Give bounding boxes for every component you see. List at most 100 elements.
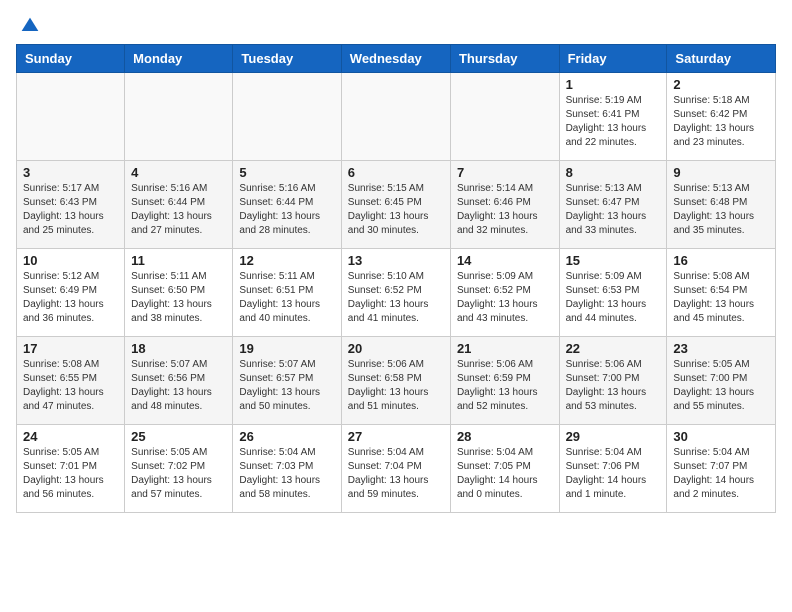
day-number: 8 xyxy=(566,165,661,180)
day-info: Sunrise: 5:07 AM Sunset: 6:56 PM Dayligh… xyxy=(131,358,226,414)
calendar-week-row: 1 Sunrise: 5:19 AM Sunset: 6:41 PM Daylig… xyxy=(17,73,776,161)
day-info: Sunrise: 5:07 AM Sunset: 6:57 PM Dayligh… xyxy=(239,358,334,414)
calendar-cell: 17 Sunrise: 5:08 AM Sunset: 6:55 PM Dayli… xyxy=(17,337,125,425)
day-info: Sunrise: 5:04 AM Sunset: 7:04 PM Dayligh… xyxy=(348,446,444,502)
calendar-cell: 3 Sunrise: 5:17 AM Sunset: 6:43 PM Daylig… xyxy=(17,161,125,249)
calendar-cell: 6 Sunrise: 5:15 AM Sunset: 6:45 PM Daylig… xyxy=(341,161,450,249)
calendar-cell: 9 Sunrise: 5:13 AM Sunset: 6:48 PM Daylig… xyxy=(667,161,776,249)
calendar-header-row: SundayMondayTuesdayWednesdayThursdayFrid… xyxy=(17,45,776,73)
day-number: 24 xyxy=(23,429,118,444)
day-number: 22 xyxy=(566,341,661,356)
day-info: Sunrise: 5:06 AM Sunset: 6:59 PM Dayligh… xyxy=(457,358,553,414)
day-info: Sunrise: 5:16 AM Sunset: 6:44 PM Dayligh… xyxy=(239,182,334,238)
calendar-cell xyxy=(125,73,233,161)
calendar-cell xyxy=(341,73,450,161)
logo xyxy=(16,16,40,36)
day-number: 13 xyxy=(348,253,444,268)
calendar-cell: 28 Sunrise: 5:04 AM Sunset: 7:05 PM Dayli… xyxy=(450,425,559,513)
day-info: Sunrise: 5:09 AM Sunset: 6:53 PM Dayligh… xyxy=(566,270,661,326)
day-number: 1 xyxy=(566,77,661,92)
calendar-cell: 18 Sunrise: 5:07 AM Sunset: 6:56 PM Dayli… xyxy=(125,337,233,425)
calendar-week-row: 24 Sunrise: 5:05 AM Sunset: 7:01 PM Dayli… xyxy=(17,425,776,513)
day-number: 29 xyxy=(566,429,661,444)
day-number: 4 xyxy=(131,165,226,180)
calendar-cell: 30 Sunrise: 5:04 AM Sunset: 7:07 PM Dayli… xyxy=(667,425,776,513)
day-number: 26 xyxy=(239,429,334,444)
day-number: 15 xyxy=(566,253,661,268)
day-number: 25 xyxy=(131,429,226,444)
day-number: 27 xyxy=(348,429,444,444)
calendar-cell: 15 Sunrise: 5:09 AM Sunset: 6:53 PM Dayli… xyxy=(559,249,667,337)
day-number: 21 xyxy=(457,341,553,356)
day-info: Sunrise: 5:12 AM Sunset: 6:49 PM Dayligh… xyxy=(23,270,118,326)
calendar-week-row: 3 Sunrise: 5:17 AM Sunset: 6:43 PM Daylig… xyxy=(17,161,776,249)
calendar-table: SundayMondayTuesdayWednesdayThursdayFrid… xyxy=(16,44,776,513)
day-number: 2 xyxy=(673,77,769,92)
day-info: Sunrise: 5:10 AM Sunset: 6:52 PM Dayligh… xyxy=(348,270,444,326)
day-number: 16 xyxy=(673,253,769,268)
calendar-cell: 25 Sunrise: 5:05 AM Sunset: 7:02 PM Dayli… xyxy=(125,425,233,513)
calendar-header-thursday: Thursday xyxy=(450,45,559,73)
day-info: Sunrise: 5:16 AM Sunset: 6:44 PM Dayligh… xyxy=(131,182,226,238)
day-number: 19 xyxy=(239,341,334,356)
day-info: Sunrise: 5:18 AM Sunset: 6:42 PM Dayligh… xyxy=(673,94,769,150)
calendar-cell: 19 Sunrise: 5:07 AM Sunset: 6:57 PM Dayli… xyxy=(233,337,341,425)
day-number: 12 xyxy=(239,253,334,268)
day-info: Sunrise: 5:05 AM Sunset: 7:00 PM Dayligh… xyxy=(673,358,769,414)
day-number: 20 xyxy=(348,341,444,356)
calendar-cell: 5 Sunrise: 5:16 AM Sunset: 6:44 PM Daylig… xyxy=(233,161,341,249)
day-info: Sunrise: 5:04 AM Sunset: 7:07 PM Dayligh… xyxy=(673,446,769,502)
calendar-cell: 22Sunrise: 5:06 AM Sunset: 7:00 PM Dayli… xyxy=(559,337,667,425)
day-info: Sunrise: 5:15 AM Sunset: 6:45 PM Dayligh… xyxy=(348,182,444,238)
day-number: 11 xyxy=(131,253,226,268)
calendar-cell: 23 Sunrise: 5:05 AM Sunset: 7:00 PM Dayli… xyxy=(667,337,776,425)
calendar-header-tuesday: Tuesday xyxy=(233,45,341,73)
day-number: 17 xyxy=(23,341,118,356)
calendar-cell: 14Sunrise: 5:09 AM Sunset: 6:52 PM Dayli… xyxy=(450,249,559,337)
logo-icon xyxy=(20,16,40,36)
day-number: 14 xyxy=(457,253,553,268)
calendar-cell: 16 Sunrise: 5:08 AM Sunset: 6:54 PM Dayli… xyxy=(667,249,776,337)
calendar-cell: 11 Sunrise: 5:11 AM Sunset: 6:50 PM Dayli… xyxy=(125,249,233,337)
calendar-week-row: 17 Sunrise: 5:08 AM Sunset: 6:55 PM Dayli… xyxy=(17,337,776,425)
calendar-cell: 29 Sunrise: 5:04 AM Sunset: 7:06 PM Dayli… xyxy=(559,425,667,513)
day-info: Sunrise: 5:06 AM Sunset: 6:58 PM Dayligh… xyxy=(348,358,444,414)
calendar-header-wednesday: Wednesday xyxy=(341,45,450,73)
day-number: 28 xyxy=(457,429,553,444)
day-info: Sunrise: 5:11 AM Sunset: 6:50 PM Dayligh… xyxy=(131,270,226,326)
calendar-week-row: 10 Sunrise: 5:12 AM Sunset: 6:49 PM Dayli… xyxy=(17,249,776,337)
day-info: Sunrise: 5:05 AM Sunset: 7:02 PM Dayligh… xyxy=(131,446,226,502)
day-info: Sunrise: 5:08 AM Sunset: 6:55 PM Dayligh… xyxy=(23,358,118,414)
calendar-header-monday: Monday xyxy=(125,45,233,73)
calendar-cell: 1 Sunrise: 5:19 AM Sunset: 6:41 PM Daylig… xyxy=(559,73,667,161)
calendar-cell: 24 Sunrise: 5:05 AM Sunset: 7:01 PM Dayli… xyxy=(17,425,125,513)
day-info: Sunrise: 5:04 AM Sunset: 7:05 PM Dayligh… xyxy=(457,446,553,502)
day-number: 9 xyxy=(673,165,769,180)
day-number: 6 xyxy=(348,165,444,180)
day-info: Sunrise: 5:11 AM Sunset: 6:51 PM Dayligh… xyxy=(239,270,334,326)
calendar-cell: 7Sunrise: 5:14 AM Sunset: 6:46 PM Daylig… xyxy=(450,161,559,249)
day-number: 7 xyxy=(457,165,553,180)
calendar-cell: 8 Sunrise: 5:13 AM Sunset: 6:47 PM Daylig… xyxy=(559,161,667,249)
calendar-cell: 20 Sunrise: 5:06 AM Sunset: 6:58 PM Dayli… xyxy=(341,337,450,425)
day-info: Sunrise: 5:13 AM Sunset: 6:48 PM Dayligh… xyxy=(673,182,769,238)
day-info: Sunrise: 5:19 AM Sunset: 6:41 PM Dayligh… xyxy=(566,94,661,150)
day-number: 5 xyxy=(239,165,334,180)
day-info: Sunrise: 5:04 AM Sunset: 7:06 PM Dayligh… xyxy=(566,446,661,502)
calendar-cell xyxy=(17,73,125,161)
day-info: Sunrise: 5:04 AM Sunset: 7:03 PM Dayligh… xyxy=(239,446,334,502)
day-info: Sunrise: 5:05 AM Sunset: 7:01 PM Dayligh… xyxy=(23,446,118,502)
calendar-cell xyxy=(450,73,559,161)
day-number: 10 xyxy=(23,253,118,268)
calendar-header-friday: Friday xyxy=(559,45,667,73)
day-info: Sunrise: 5:13 AM Sunset: 6:47 PM Dayligh… xyxy=(566,182,661,238)
day-info: Sunrise: 5:17 AM Sunset: 6:43 PM Dayligh… xyxy=(23,182,118,238)
day-number: 30 xyxy=(673,429,769,444)
day-info: Sunrise: 5:08 AM Sunset: 6:54 PM Dayligh… xyxy=(673,270,769,326)
calendar-cell: 27 Sunrise: 5:04 AM Sunset: 7:04 PM Dayli… xyxy=(341,425,450,513)
calendar-cell: 12 Sunrise: 5:11 AM Sunset: 6:51 PM Dayli… xyxy=(233,249,341,337)
day-number: 18 xyxy=(131,341,226,356)
day-number: 23 xyxy=(673,341,769,356)
day-number: 3 xyxy=(23,165,118,180)
calendar-cell: 10 Sunrise: 5:12 AM Sunset: 6:49 PM Dayli… xyxy=(17,249,125,337)
